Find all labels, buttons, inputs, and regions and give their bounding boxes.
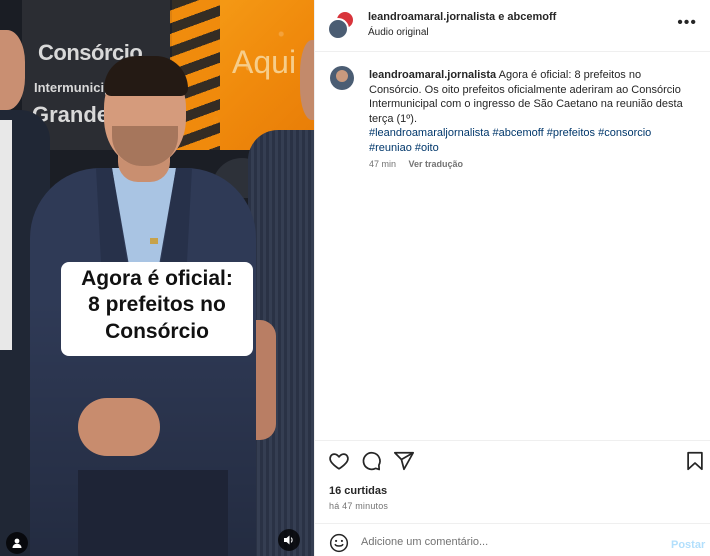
avatar[interactable]: [327, 10, 355, 40]
comment-icon[interactable]: [360, 450, 382, 472]
more-horizontal-icon[interactable]: •••: [677, 14, 697, 32]
post-timestamp: há 47 minutos: [329, 501, 389, 511]
likes-count[interactable]: 16 curtidas: [329, 485, 387, 497]
post-caption: leandroamaral.jornalista Agora é oficial…: [369, 68, 689, 155]
comment-input[interactable]: [361, 532, 651, 552]
translate-link[interactable]: Ver tradução: [409, 159, 464, 169]
caption-meta: 47 min Ver tradução: [369, 159, 463, 169]
bookmark-icon[interactable]: [684, 450, 706, 472]
person-icon[interactable]: [6, 532, 28, 554]
person-left-shirt: [0, 120, 12, 350]
divider: [315, 440, 710, 441]
person-center-hands: [78, 398, 160, 456]
caption-line-2: 8 prefeitos no: [88, 293, 226, 317]
caption-line-3: Consórcio: [105, 319, 209, 343]
caption-time: 47 min: [369, 159, 397, 169]
comment-composer: Postar: [315, 523, 710, 556]
caption-username[interactable]: leandroamaral.jornalista: [369, 69, 496, 81]
share-icon[interactable]: [393, 450, 415, 472]
person-center-hair: [104, 56, 188, 96]
person-center-pants: [78, 470, 228, 556]
caption-line-1: Agora é oficial:: [81, 267, 233, 290]
post-details-panel: leandroamaral.jornalista e abcemoff Áudi…: [314, 0, 710, 556]
speaker-icon[interactable]: [278, 529, 300, 551]
comment-author-avatar[interactable]: [330, 66, 354, 90]
avatar-primary: [327, 18, 349, 40]
post-button[interactable]: Postar: [671, 539, 705, 551]
emoji-icon[interactable]: [329, 533, 349, 553]
video-caption: Agora é oficial: 8 prefeitos no Consórci…: [61, 262, 253, 356]
post-header: leandroamaral.jornalista e abcemoff Áudi…: [315, 0, 710, 52]
heart-icon[interactable]: [328, 450, 350, 472]
caption-hashtags[interactable]: #leandroamaraljornalista #abcemoff #pref…: [369, 126, 689, 155]
original-audio-link[interactable]: Áudio original: [368, 27, 429, 38]
lapel-pin: [150, 238, 158, 244]
header-usernames[interactable]: leandroamaral.jornalista e abcemoff: [368, 11, 556, 23]
post-media[interactable]: Consórcio Intermunicipal Grande Aqui Ago…: [0, 0, 314, 556]
banner-right-text: Aqui: [232, 44, 297, 80]
person-right-head: [300, 40, 314, 120]
